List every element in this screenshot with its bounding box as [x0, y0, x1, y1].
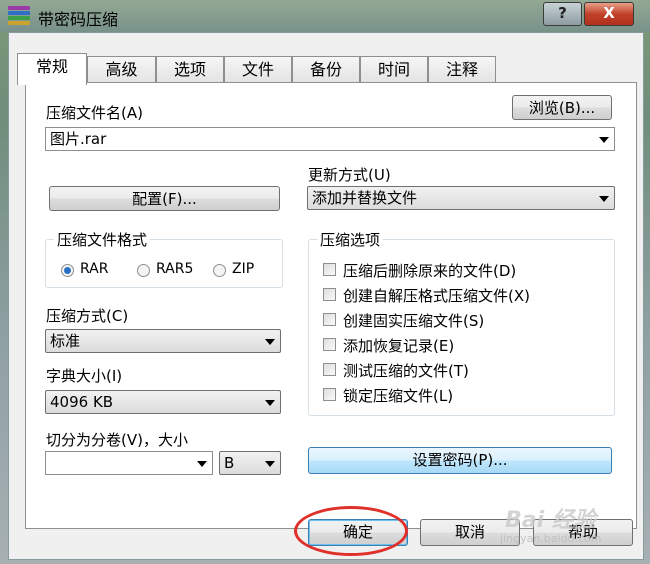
- radio-rar[interactable]: [61, 264, 74, 277]
- tab-advanced[interactable]: 高级: [87, 56, 156, 83]
- checkbox-test-files[interactable]: [323, 363, 336, 376]
- dialog-window: 带密码压缩 ? X 常规 高级 选项 文件 备份 时间 注释 压缩文件名(A) …: [0, 0, 650, 564]
- option-delete-after-label: 压缩后删除原来的文件(D): [343, 262, 517, 280]
- split-unit-select[interactable]: B: [219, 451, 281, 475]
- tab-general[interactable]: 常规: [17, 53, 87, 85]
- set-password-button[interactable]: 设置密码(P)...: [308, 447, 612, 474]
- update-mode-select[interactable]: 添加并替换文件: [307, 186, 615, 210]
- radio-zip-label: ZIP: [232, 261, 255, 277]
- chevron-down-icon: [599, 137, 609, 143]
- checkbox-recovery-record[interactable]: [323, 338, 336, 351]
- tab-comment[interactable]: 注释: [428, 56, 496, 83]
- option-lock-archive-label: 锁定压缩文件(L): [343, 387, 454, 405]
- checkbox-lock-archive[interactable]: [323, 388, 336, 401]
- watermark-url: jingyan.baidu.com: [500, 532, 602, 545]
- option-solid-label: 创建固实压缩文件(S): [343, 312, 485, 330]
- archive-name-value: 图片.rar: [50, 130, 107, 148]
- format-group: 压缩文件格式 RAR RAR5 ZIP: [45, 229, 283, 288]
- tab-time[interactable]: 时间: [360, 56, 428, 83]
- options-group-title: 压缩选项: [317, 229, 384, 250]
- chevron-down-icon: [265, 400, 275, 406]
- dict-size-value: 4096 KB: [50, 393, 114, 411]
- chevron-down-icon: [265, 461, 275, 467]
- title-help-button[interactable]: ?: [543, 2, 582, 26]
- close-button[interactable]: X: [584, 2, 634, 26]
- update-mode-label: 更新方式(U): [308, 166, 391, 184]
- tab-options[interactable]: 选项: [156, 56, 224, 83]
- dict-size-select[interactable]: 4096 KB: [45, 390, 281, 414]
- chevron-down-icon: [197, 461, 207, 467]
- winrar-icon: [8, 6, 30, 26]
- tab-files[interactable]: 文件: [224, 56, 292, 83]
- split-unit-value: B: [224, 454, 235, 472]
- format-group-title: 压缩文件格式: [54, 229, 151, 250]
- tab-backup[interactable]: 备份: [292, 56, 360, 83]
- option-recovery-record-label: 添加恢复记录(E): [343, 337, 455, 355]
- window-title: 带密码压缩: [38, 10, 119, 29]
- radio-rar5-label: RAR5: [156, 261, 194, 277]
- checkbox-create-sfx[interactable]: [323, 288, 336, 301]
- profiles-button[interactable]: 配置(F)...: [49, 186, 280, 211]
- method-value: 标准: [50, 332, 81, 350]
- radio-rar5[interactable]: [137, 264, 150, 277]
- method-select[interactable]: 标准: [45, 329, 281, 353]
- radio-zip[interactable]: [213, 264, 226, 277]
- archive-name-label: 压缩文件名(A): [46, 104, 143, 122]
- archive-name-combo[interactable]: 图片.rar: [45, 127, 615, 151]
- split-size-input[interactable]: [45, 451, 213, 475]
- checkbox-delete-after[interactable]: [323, 263, 336, 276]
- option-create-sfx-label: 创建自解压格式压缩文件(X): [343, 287, 530, 305]
- update-mode-value: 添加并替换文件: [312, 189, 418, 207]
- chevron-down-icon: [599, 196, 609, 202]
- method-label: 压缩方式(C): [46, 307, 129, 325]
- options-group: 压缩选项 压缩后删除原来的文件(D) 创建自解压格式压缩文件(X) 创建固实压缩…: [308, 229, 615, 416]
- dict-size-label: 字典大小(I): [46, 367, 123, 385]
- watermark-logo: Bai 经验: [505, 508, 596, 533]
- title-bar[interactable]: 带密码压缩 ? X: [0, 0, 650, 32]
- split-volumes-label: 切分为分卷(V)，大小: [46, 431, 188, 449]
- browse-button[interactable]: 浏览(B)...: [512, 95, 612, 120]
- checkbox-solid[interactable]: [323, 313, 336, 326]
- ok-button[interactable]: 确定: [308, 519, 408, 546]
- chevron-down-icon: [265, 339, 275, 345]
- option-test-files-label: 测试压缩的文件(T): [343, 362, 469, 380]
- radio-rar-label: RAR: [80, 261, 109, 277]
